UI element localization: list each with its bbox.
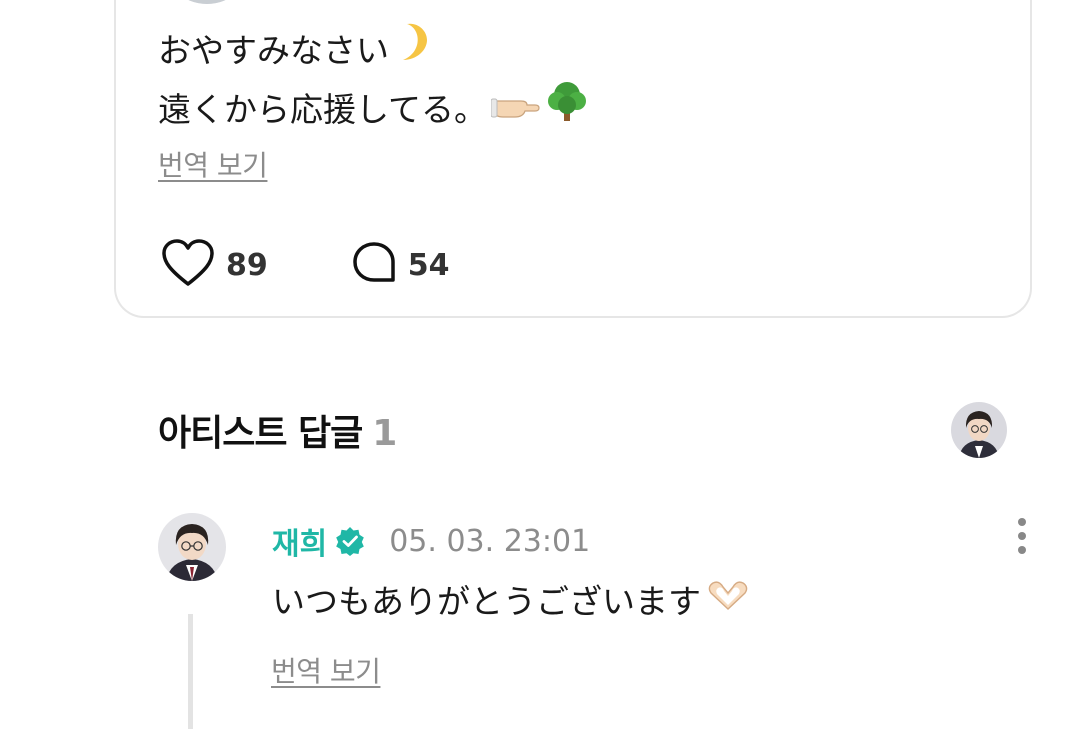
avatar-placeholder-body [174, 0, 240, 4]
post-actions: 89 54 [160, 238, 450, 292]
post-line-2-text: 遠くから応援してる。 [158, 89, 488, 129]
artist-replies-title: 아티스트 답글 1 [158, 404, 397, 456]
reply-author-avatar[interactable] [158, 513, 226, 581]
like-button[interactable]: 89 [160, 238, 268, 292]
more-dot [1018, 518, 1026, 526]
reply-body: いつもありがとうございます [272, 576, 751, 628]
reply-timestamp: 05. 03. 23:01 [389, 523, 591, 559]
fan-post-detail-page: おやすみなさい 遠くから応援してる。 번역 보기 89 54 아티스트 답글 1… [0, 0, 1080, 729]
reply-header: 재희 05. 03. 23:01 [272, 519, 590, 563]
post-line-1-text: おやすみなさい [158, 30, 389, 70]
more-dot [1018, 532, 1026, 540]
like-count: 89 [226, 247, 268, 283]
post-line-1: おやすみなさい [158, 22, 589, 79]
more-dot [1018, 546, 1026, 554]
comment-count: 54 [407, 247, 450, 283]
reply-author-name[interactable]: 재희 [272, 519, 327, 563]
reply-thread-line [188, 614, 193, 729]
post-line-2: 遠くから応援してる。 [158, 79, 589, 140]
comment-bubble-icon [350, 240, 398, 290]
heart-outline-icon [160, 238, 216, 292]
heart-hands-icon [705, 576, 751, 628]
post-body: おやすみなさい 遠くから応援してる。 [158, 22, 589, 140]
pointing-hand-icon [490, 82, 541, 138]
comment-button[interactable]: 54 [350, 240, 450, 290]
reply-translate-link[interactable]: 번역 보기 [271, 650, 381, 690]
artist-replies-label: 아티스트 답글 [158, 413, 363, 454]
more-vertical-icon[interactable] [1012, 516, 1032, 556]
crescent-moon-icon [393, 22, 429, 79]
artist-avatar-small[interactable] [951, 402, 1007, 458]
reply-text: いつもありがとうございます [272, 582, 701, 621]
post-author-avatar[interactable] [162, 0, 252, 4]
post-translate-link[interactable]: 번역 보기 [158, 144, 268, 184]
tree-icon [545, 79, 589, 140]
artist-replies-count: 1 [372, 413, 397, 454]
verified-badge-icon [335, 526, 365, 556]
